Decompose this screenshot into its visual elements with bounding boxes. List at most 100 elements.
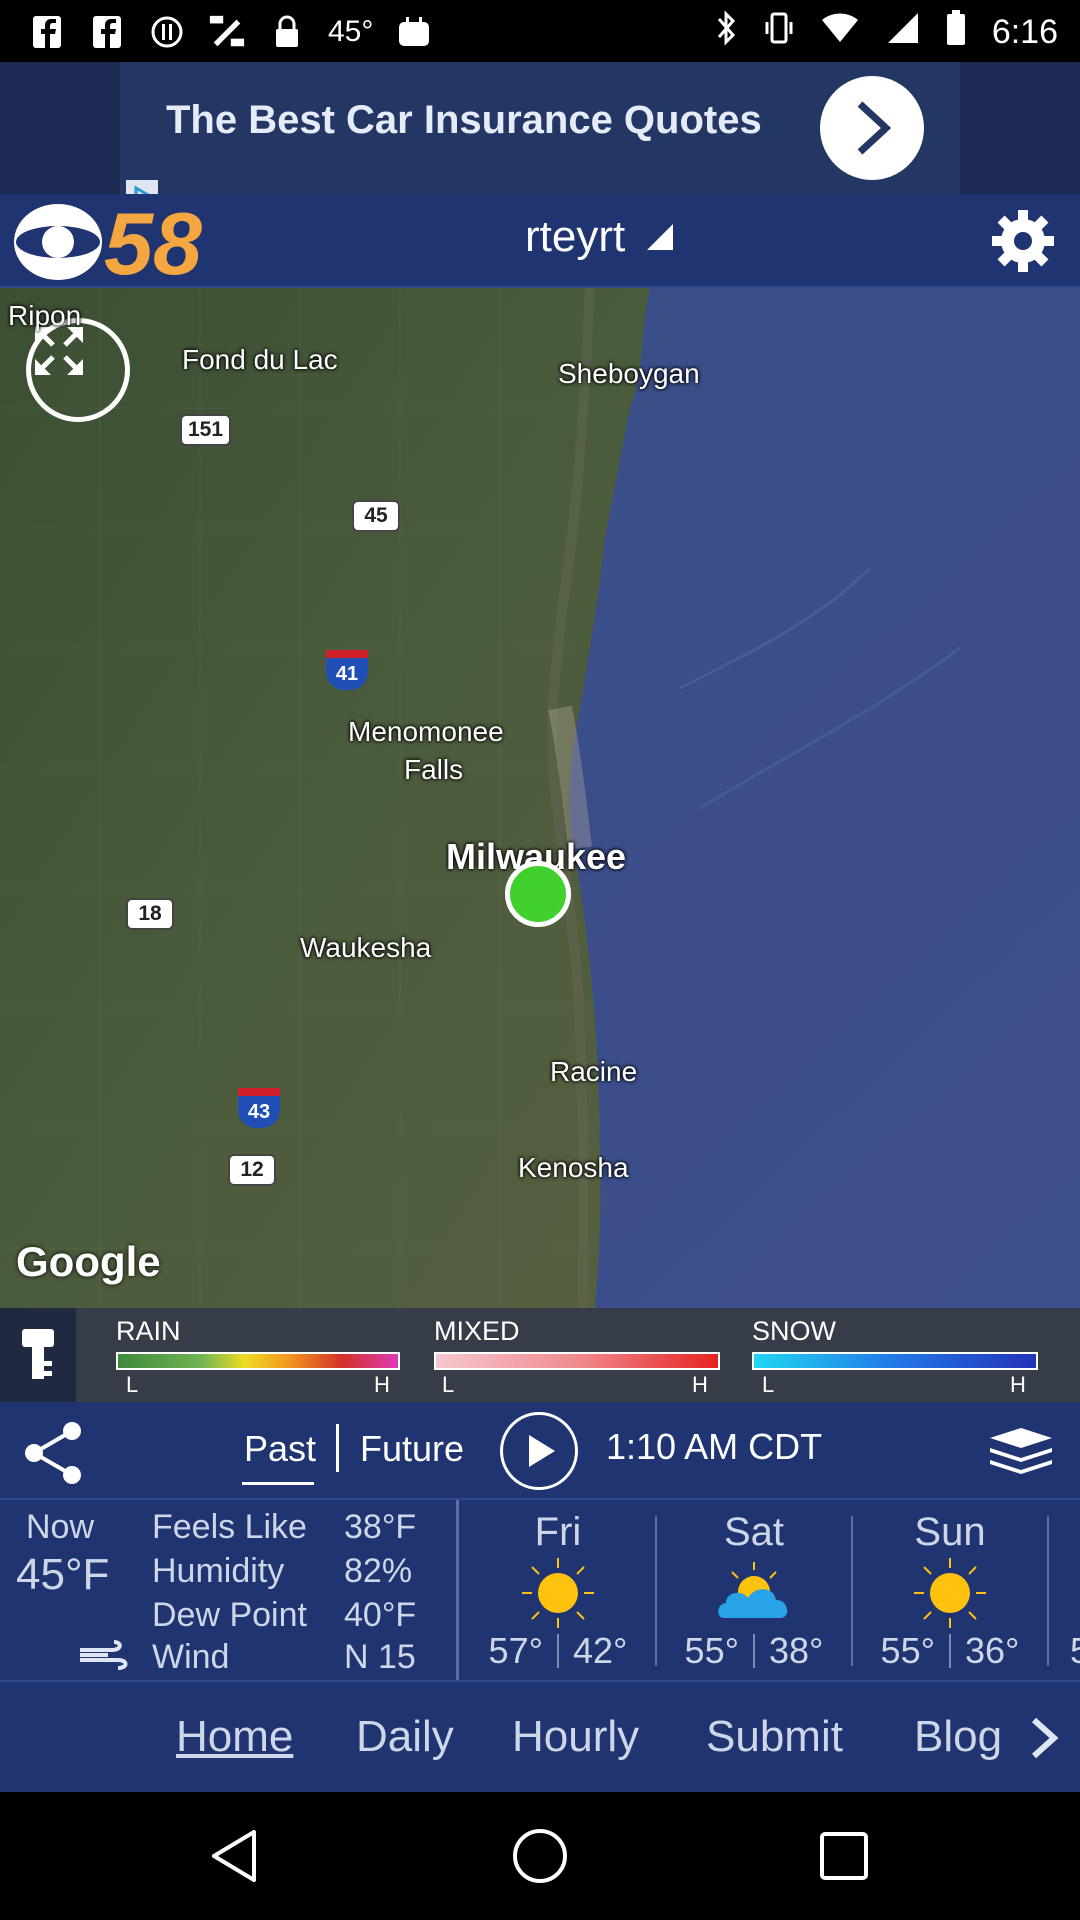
legend-snow-low: L xyxy=(762,1372,775,1397)
status-time: 6:16 xyxy=(991,12,1058,51)
facebook-icon xyxy=(28,13,66,51)
forecast-temps: 55° 36° xyxy=(852,1630,1048,1672)
forecast-day[interactable]: Fri 57° 42° xyxy=(460,1500,656,1682)
app-screen: 45° 6:16 The Best Car Insurance Quotes 5… xyxy=(0,0,1080,1920)
city-label-kenosha: Kenosha xyxy=(518,1152,629,1183)
play-button[interactable] xyxy=(500,1412,578,1490)
fake-gps-icon xyxy=(208,13,246,51)
forecast-day[interactable]: Sun 55° 36° xyxy=(852,1500,1048,1682)
humidity-value: 82% xyxy=(344,1552,413,1590)
forecast-next-partial: 5 xyxy=(1070,1630,1080,1672)
forecast-day-name: Sun xyxy=(914,1510,986,1554)
legend-snow-high: H xyxy=(1010,1372,1026,1397)
forecast-divider xyxy=(1047,1516,1049,1666)
status-temperature: 45° xyxy=(328,15,374,48)
logo-number: 58 xyxy=(104,200,202,284)
forecast-high: 55° xyxy=(880,1630,935,1671)
city-label-fond-du-lac: Fond du Lac xyxy=(182,344,338,375)
legend-mixed-low: L xyxy=(442,1372,455,1397)
status-bar: 45° 6:16 xyxy=(0,0,1080,62)
legend-snow-bar xyxy=(752,1352,1038,1370)
legend-rain-low: L xyxy=(126,1372,139,1397)
radar-timestamp: 1:10 AM CDT xyxy=(606,1426,823,1467)
legend-mixed-bar xyxy=(434,1352,720,1370)
humidity-label: Humidity xyxy=(152,1552,285,1590)
chevron-right-icon xyxy=(857,101,892,155)
nav-hourly[interactable]: Hourly xyxy=(512,1712,639,1762)
radar-legend: RAIN L H MIXED L H SNOW L H xyxy=(0,1308,1080,1402)
forecast-day-name: Sat xyxy=(723,1510,785,1554)
forecast-temps: 55° 38° xyxy=(656,1630,852,1672)
nav-submit[interactable]: Submit xyxy=(706,1712,843,1762)
current-location-marker xyxy=(505,861,571,927)
section-divider xyxy=(456,1500,459,1682)
home-circle-icon xyxy=(513,1829,567,1883)
ad-next-button[interactable] xyxy=(820,76,924,180)
ad-banner[interactable]: The Best Car Insurance Quotes xyxy=(0,62,1080,250)
wifi-icon xyxy=(820,12,860,53)
layers-button[interactable] xyxy=(986,1426,1056,1476)
wind-label: Wind xyxy=(152,1638,230,1676)
nav-scroll-right-button[interactable] xyxy=(1024,1716,1064,1760)
feels-like-value: 38°F xyxy=(344,1508,417,1546)
route-shield-i43: 43 xyxy=(238,1088,280,1128)
legend-key-button[interactable] xyxy=(0,1308,76,1402)
battery-icon xyxy=(946,9,966,55)
city-label-racine: Racine xyxy=(550,1056,638,1087)
partly-cloudy-icon xyxy=(714,1556,794,1630)
city-label-waukesha: Waukesha xyxy=(300,932,432,963)
bluetooth-icon xyxy=(716,9,738,55)
toggle-divider xyxy=(336,1424,339,1472)
sun-icon xyxy=(518,1556,598,1630)
sun-icon xyxy=(910,1556,990,1630)
wind-icon xyxy=(78,1640,130,1670)
forecast-day[interactable]: Sat 55° 38° xyxy=(656,1500,852,1682)
location-selector[interactable]: rteyrt xyxy=(525,212,675,262)
weather-summary[interactable]: Now 45°F Feels Like 38°F Humidity 82% De… xyxy=(0,1498,1080,1682)
app-icon xyxy=(395,13,433,51)
settings-button[interactable] xyxy=(988,206,1058,276)
ad-text[interactable]: The Best Car Insurance Quotes xyxy=(166,98,762,143)
back-icon xyxy=(212,1830,256,1882)
nav-daily[interactable]: Daily xyxy=(356,1712,454,1762)
vibrate-icon xyxy=(764,10,794,55)
nav-blog[interactable]: Blog xyxy=(914,1712,1002,1762)
wind-value: N 15 xyxy=(344,1638,416,1676)
legend-snow-label: SNOW xyxy=(752,1316,836,1346)
city-label-sheboygan: Sheboygan xyxy=(558,358,700,389)
facebook-icon xyxy=(88,13,126,51)
now-label: Now xyxy=(26,1508,95,1546)
temp-divider xyxy=(557,1634,559,1668)
legend-rain-high: H xyxy=(374,1372,390,1397)
dew-point-label: Dew Point xyxy=(152,1596,307,1634)
future-toggle[interactable]: Future xyxy=(360,1428,464,1470)
system-navigation-bar xyxy=(0,1792,1080,1920)
bottom-navigation: Home Daily Hourly Submit Blog xyxy=(0,1680,1080,1792)
ad-content[interactable]: The Best Car Insurance Quotes xyxy=(120,62,960,194)
city-label-falls: Falls xyxy=(404,754,464,785)
share-button[interactable] xyxy=(20,1420,90,1486)
route-shield-us18: 18 xyxy=(126,898,174,930)
route-shield-us12: 12 xyxy=(228,1154,276,1186)
past-toggle[interactable]: Past xyxy=(244,1428,316,1470)
recents-button[interactable] xyxy=(814,1826,874,1886)
notification-icons: 45° xyxy=(28,10,433,54)
legend-rain-label: RAIN xyxy=(116,1316,181,1346)
forecast-temps: 57° 42° xyxy=(460,1630,656,1672)
lock-icon xyxy=(268,13,306,51)
fullscreen-button[interactable] xyxy=(26,318,130,422)
radar-map[interactable]: Ripon Fond du Lac Sheboygan Menomonee Fa… xyxy=(0,288,1080,1308)
back-button[interactable] xyxy=(206,1826,266,1886)
layers-icon xyxy=(990,1428,1052,1474)
chevron-right-icon xyxy=(1031,1717,1059,1759)
gear-icon xyxy=(992,210,1054,272)
home-button[interactable] xyxy=(510,1826,570,1886)
key-icon xyxy=(22,1329,54,1379)
nav-home[interactable]: Home xyxy=(176,1712,293,1762)
forecast-day-name: Fri xyxy=(534,1510,582,1554)
location-name[interactable]: rteyrt xyxy=(525,212,625,262)
current-temperature: 45°F xyxy=(16,1550,110,1599)
feels-like-label: Feels Like xyxy=(152,1508,307,1546)
signal-icon xyxy=(886,11,920,54)
past-selected-indicator xyxy=(242,1482,314,1485)
